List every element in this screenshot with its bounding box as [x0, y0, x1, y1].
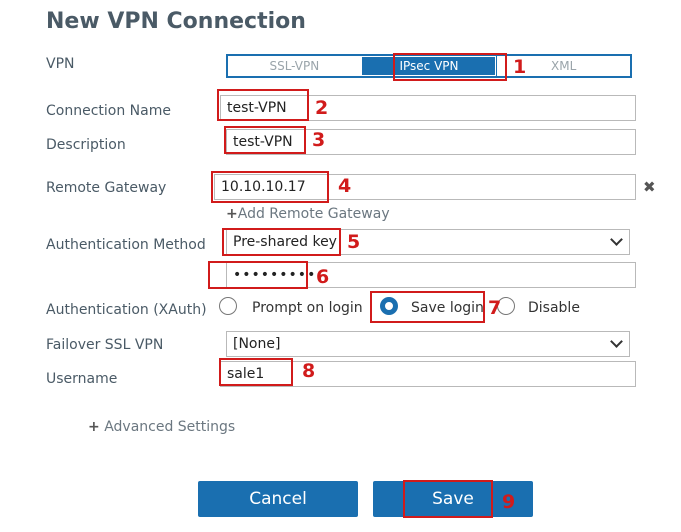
remove-gateway-icon[interactable]: ✖ — [643, 178, 656, 196]
description-label: Description — [46, 137, 126, 153]
vpn-option-ssl[interactable]: SSL-VPN — [228, 56, 361, 76]
remote-gateway-label: Remote Gateway — [46, 180, 167, 196]
vpn-label: VPN — [46, 56, 75, 72]
annotation-box-6 — [208, 261, 308, 289]
xauth-label: Authentication (XAuth) — [46, 302, 207, 318]
plus-icon: + — [226, 206, 238, 222]
annotation-box-2 — [217, 89, 309, 121]
advanced-settings-label: Advanced Settings — [104, 419, 236, 435]
step-number-8: 8 — [302, 360, 316, 382]
annotation-box-8 — [219, 358, 293, 386]
step-number-5: 5 — [347, 231, 361, 253]
step-number-9: 9 — [502, 491, 516, 513]
connection-name-label: Connection Name — [46, 103, 171, 119]
xauth-disable-label: Disable — [528, 300, 580, 316]
annotation-box-5 — [222, 228, 341, 256]
xauth-prompt-label: Prompt on login — [252, 300, 363, 316]
xauth-radio-prompt[interactable] — [219, 297, 237, 315]
add-remote-gateway-label: Add Remote Gateway — [237, 206, 390, 222]
failover-select[interactable]: [None] — [226, 331, 630, 357]
step-number-3: 3 — [312, 129, 326, 151]
step-number-7: 7 — [488, 297, 502, 319]
plus-icon: + — [88, 419, 100, 435]
step-number-2: 2 — [315, 97, 329, 119]
page-title: New VPN Connection — [46, 9, 306, 34]
advanced-settings-link[interactable]: + Advanced Settings — [88, 419, 235, 435]
failover-label: Failover SSL VPN — [46, 337, 164, 353]
annotation-box-3 — [224, 126, 306, 154]
annotation-box-9 — [403, 480, 493, 518]
username-label: Username — [46, 371, 118, 387]
step-number-6: 6 — [316, 266, 330, 288]
add-remote-gateway-link[interactable]: +Add Remote Gateway — [226, 206, 390, 222]
step-number-4: 4 — [338, 175, 352, 197]
annotation-box-1 — [393, 53, 507, 81]
auth-method-label: Authentication Method — [46, 237, 206, 253]
cancel-button[interactable]: Cancel — [198, 481, 358, 517]
step-number-1: 1 — [513, 56, 527, 78]
annotation-box-7 — [370, 291, 485, 323]
annotation-box-4 — [211, 171, 329, 203]
